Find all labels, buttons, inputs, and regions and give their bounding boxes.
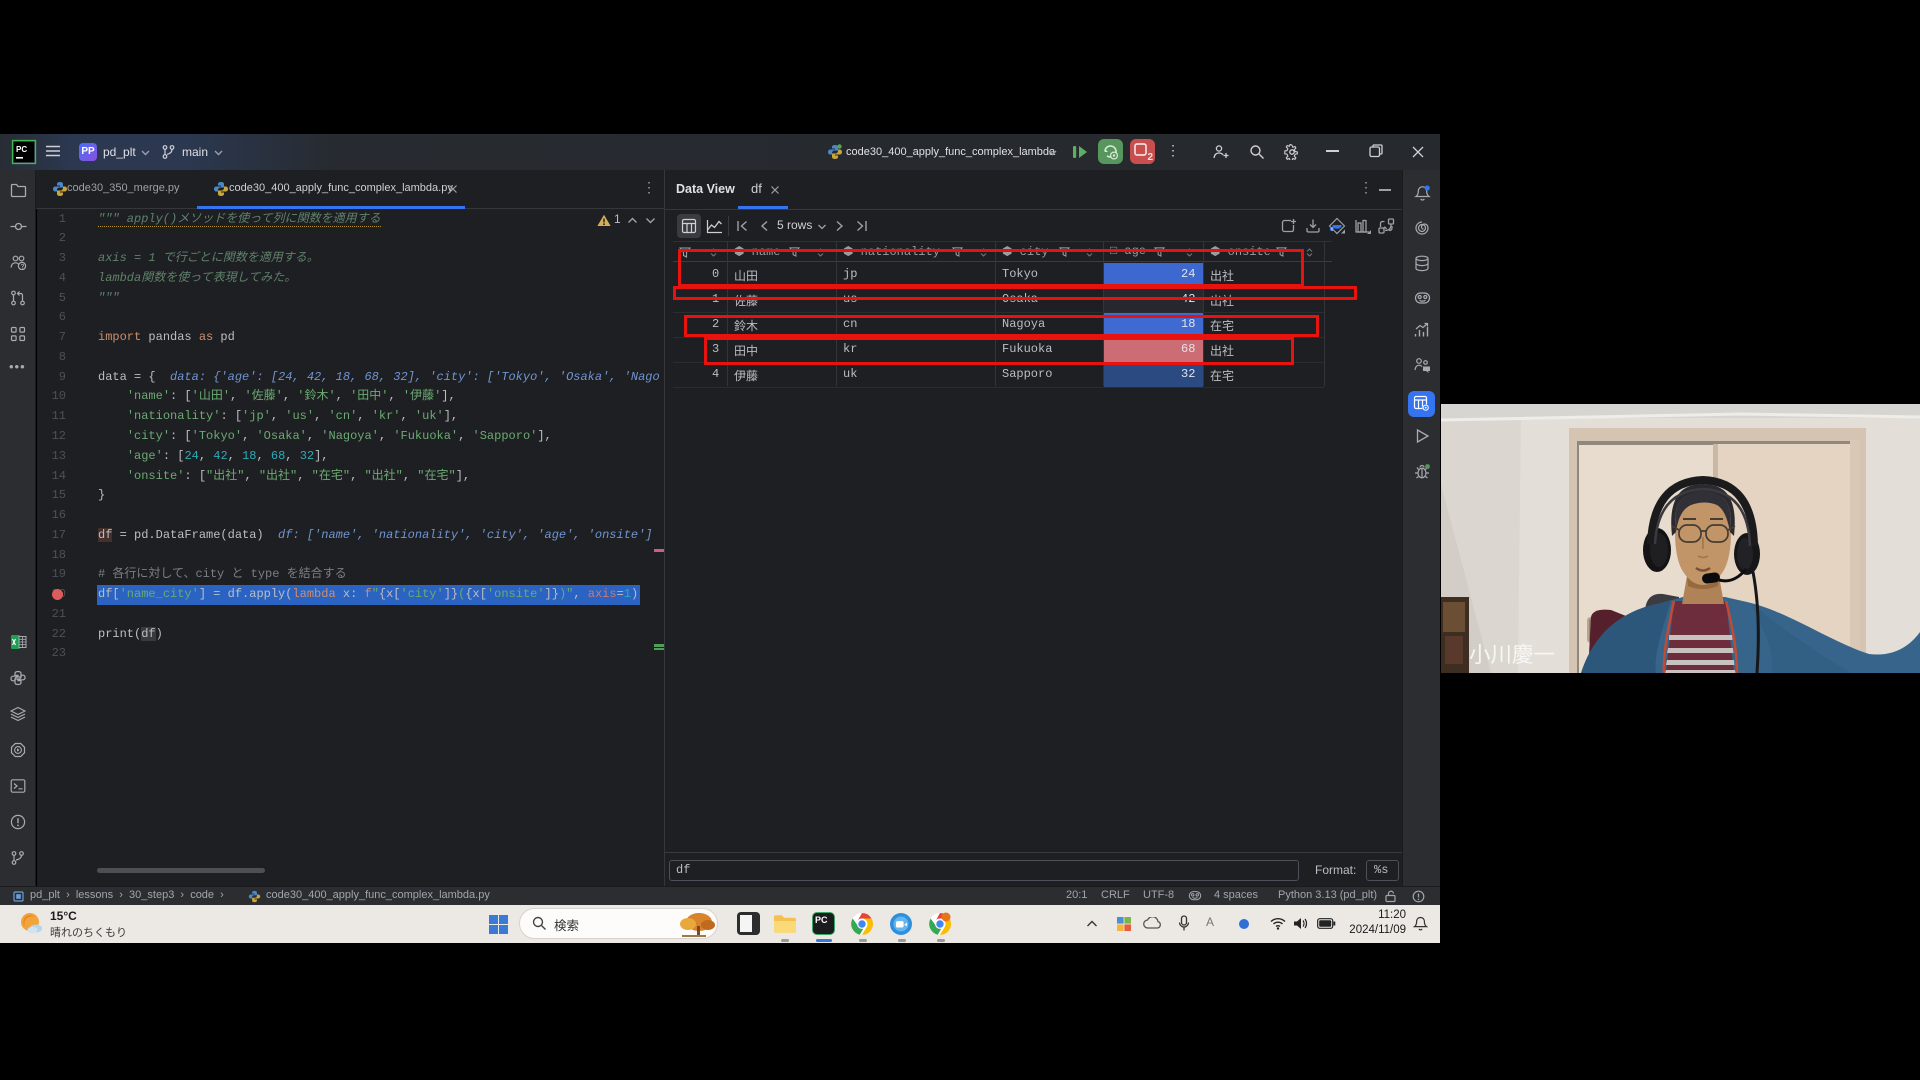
svg-text:PC: PC bbox=[16, 145, 27, 154]
svg-text:小川慶一: 小川慶一 bbox=[1469, 643, 1555, 667]
svg-text:?: ? bbox=[21, 264, 25, 271]
